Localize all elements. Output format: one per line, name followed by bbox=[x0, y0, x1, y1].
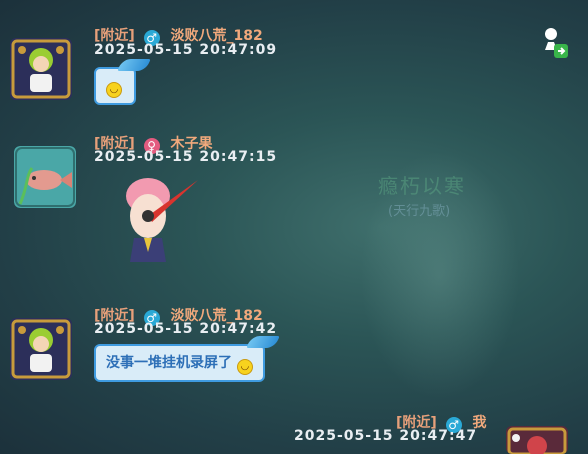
laughing-emoji-icon: ◡ bbox=[236, 359, 253, 375]
timestamp: 2025-05-15 20:47:15 bbox=[94, 149, 278, 165]
bubble-fin-decoration bbox=[117, 59, 151, 71]
message-bubble[interactable]: ◡ bbox=[94, 59, 151, 105]
avatar[interactable] bbox=[10, 318, 72, 380]
timestamp: 2025-05-15 20:47:09 bbox=[94, 42, 278, 58]
background-title: 瘾朽以寒 bbox=[378, 174, 466, 198]
speaker-export-icon[interactable] bbox=[540, 24, 570, 62]
avatar[interactable] bbox=[10, 38, 72, 100]
message-text: 没事一堆挂机录屏了 bbox=[106, 355, 232, 371]
message-bubble[interactable]: 没事一堆挂机录屏了 ◡ bbox=[94, 336, 280, 382]
bubble-fin-decoration bbox=[246, 336, 280, 348]
avatar[interactable] bbox=[14, 146, 76, 208]
avatar[interactable] bbox=[506, 426, 568, 454]
sticker-image[interactable] bbox=[118, 172, 204, 262]
laughing-emoji-icon: ◡ bbox=[106, 82, 122, 98]
background-subtitle: (天行九歌) bbox=[388, 204, 451, 219]
timestamp: 2025-05-15 20:47:47 bbox=[294, 428, 478, 444]
timestamp: 2025-05-15 20:47:42 bbox=[94, 321, 278, 337]
